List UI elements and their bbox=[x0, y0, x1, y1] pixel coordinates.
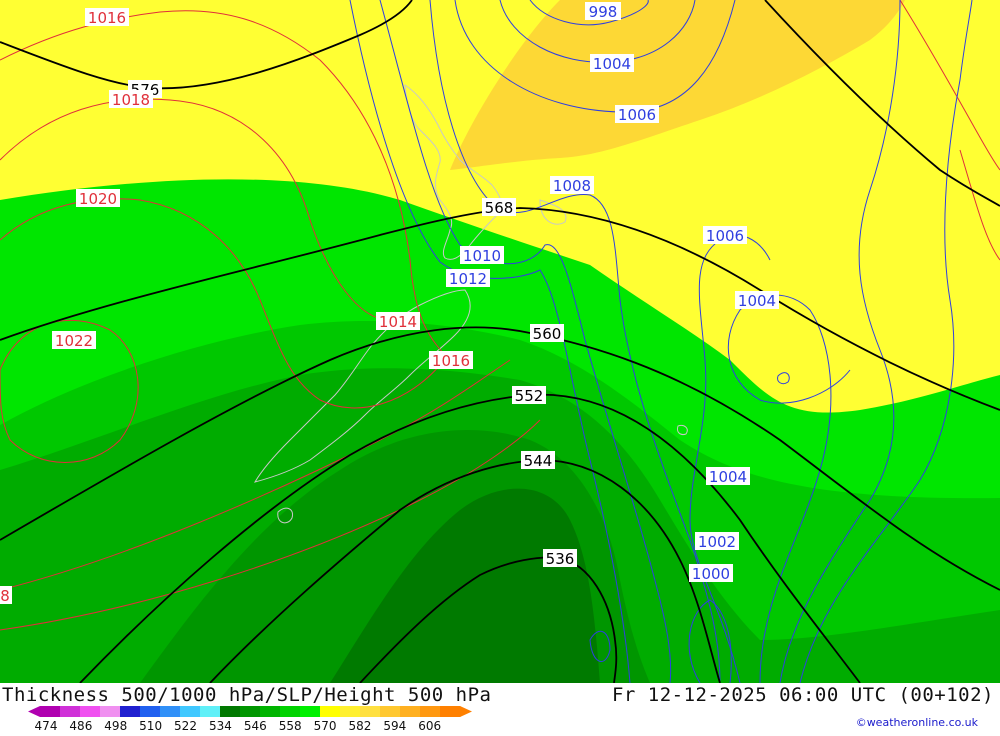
map-timestamp: Fr 12-12-2025 06:00 UTC (00+102) bbox=[611, 684, 994, 706]
height-label: 544 bbox=[521, 451, 555, 470]
scale-tick-label: 534 bbox=[209, 719, 232, 732]
scale-arrow-left bbox=[28, 706, 40, 717]
svg-text:1018: 1018 bbox=[112, 91, 150, 109]
scale-swatch bbox=[420, 706, 441, 717]
scale-swatch bbox=[120, 706, 141, 717]
scale-tick-label: 570 bbox=[314, 719, 337, 732]
slp-label: 1004 bbox=[590, 54, 634, 73]
scale-swatch bbox=[80, 706, 101, 717]
scale-swatch bbox=[220, 706, 241, 717]
scale-tick-label: 594 bbox=[383, 719, 406, 732]
scale-swatch bbox=[40, 706, 61, 717]
slp-label: 1010 bbox=[460, 246, 504, 265]
svg-text:560: 560 bbox=[533, 325, 562, 343]
scale-swatch bbox=[160, 706, 181, 717]
scale-swatch bbox=[440, 706, 461, 717]
color-scale-legend: 474 486 498 510 522 534 546 558 570 582 594 606 bbox=[28, 706, 478, 733]
scale-swatch bbox=[100, 706, 121, 717]
height-label: 552 bbox=[512, 386, 546, 405]
slp-label: 1012 bbox=[446, 269, 490, 288]
height-label: 560 bbox=[530, 324, 564, 343]
slp-label: 1020 bbox=[76, 189, 120, 208]
svg-text:1020: 1020 bbox=[79, 190, 117, 208]
svg-text:1006: 1006 bbox=[706, 227, 744, 245]
scale-tick-label: 522 bbox=[174, 719, 197, 732]
scale-swatch bbox=[200, 706, 221, 717]
scale-swatch bbox=[340, 706, 361, 717]
slp-label: 1002 bbox=[695, 532, 739, 551]
slp-label: 1006 bbox=[615, 105, 659, 124]
slp-label: 1016 bbox=[429, 351, 473, 370]
svg-text:1006: 1006 bbox=[618, 106, 656, 124]
scale-arrow-right bbox=[460, 706, 472, 717]
svg-text:1014: 1014 bbox=[379, 313, 417, 331]
svg-text:1000: 1000 bbox=[692, 565, 730, 583]
slp-label: 1008 bbox=[550, 176, 594, 195]
scale-tick-label: 474 bbox=[35, 719, 58, 732]
svg-text:1004: 1004 bbox=[593, 55, 631, 73]
svg-text:1008: 1008 bbox=[553, 177, 591, 195]
scale-tick-label: 486 bbox=[69, 719, 92, 732]
slp-label: 1014 bbox=[376, 312, 420, 331]
svg-text:552: 552 bbox=[515, 387, 544, 405]
scale-tick-label: 546 bbox=[244, 719, 267, 732]
svg-text:1016: 1016 bbox=[88, 9, 126, 27]
scale-swatch bbox=[140, 706, 161, 717]
svg-text:544: 544 bbox=[524, 452, 553, 470]
svg-text:1016: 1016 bbox=[432, 352, 470, 370]
color-scale-ticks: 474 486 498 510 522 534 546 558 570 582 594 606 bbox=[35, 719, 442, 733]
svg-text:1004: 1004 bbox=[738, 292, 776, 310]
svg-text:8: 8 bbox=[0, 587, 10, 605]
height-label: 536 bbox=[543, 549, 577, 568]
svg-text:1002: 1002 bbox=[698, 533, 736, 551]
color-scale-bar bbox=[28, 706, 472, 717]
slp-label: 1016 bbox=[85, 8, 129, 27]
svg-text:1010: 1010 bbox=[463, 247, 501, 265]
scale-swatch bbox=[260, 706, 281, 717]
svg-text:1022: 1022 bbox=[55, 332, 93, 350]
scale-swatch bbox=[60, 706, 81, 717]
slp-label: 1004 bbox=[735, 291, 779, 310]
scale-swatch bbox=[180, 706, 201, 717]
slp-label: 998 bbox=[585, 2, 621, 21]
scale-tick-label: 510 bbox=[139, 719, 162, 732]
slp-label: 8 bbox=[0, 586, 12, 605]
scale-tick-label: 582 bbox=[348, 719, 371, 732]
scale-swatch bbox=[380, 706, 401, 717]
map-title: Thickness 500/1000 hPa/SLP/Height 500 hP… bbox=[2, 684, 492, 706]
scale-swatch bbox=[240, 706, 261, 717]
scale-swatch bbox=[360, 706, 381, 717]
svg-text:1004: 1004 bbox=[709, 468, 747, 486]
slp-label: 1018 bbox=[109, 90, 153, 109]
scale-swatch bbox=[300, 706, 321, 717]
svg-text:536: 536 bbox=[546, 550, 575, 568]
scale-tick-label: 606 bbox=[418, 719, 441, 732]
weather-map: 576 568 560 552 544 536 1016 1018 1020 1… bbox=[0, 0, 1000, 683]
scale-swatch bbox=[280, 706, 301, 717]
slp-label: 1000 bbox=[689, 564, 733, 583]
slp-label: 1004 bbox=[706, 467, 750, 486]
scale-tick-label: 498 bbox=[104, 719, 127, 732]
svg-text:998: 998 bbox=[589, 3, 618, 21]
map-footer: Thickness 500/1000 hPa/SLP/Height 500 hP… bbox=[0, 683, 1000, 733]
scale-swatch bbox=[400, 706, 421, 717]
svg-text:1012: 1012 bbox=[449, 270, 487, 288]
slp-label: 1006 bbox=[703, 226, 747, 245]
height-label: 568 bbox=[482, 198, 516, 217]
credit-link[interactable]: ©weatheronline.co.uk bbox=[856, 716, 978, 729]
scale-tick-label: 558 bbox=[279, 719, 302, 732]
scale-swatch bbox=[320, 706, 341, 717]
svg-text:568: 568 bbox=[485, 199, 514, 217]
slp-label: 1022 bbox=[52, 331, 96, 350]
